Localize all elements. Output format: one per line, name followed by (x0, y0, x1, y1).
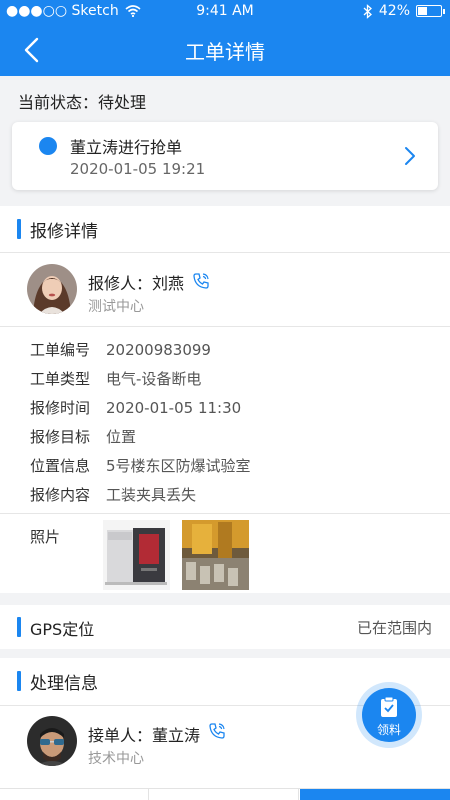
section-title: 处理信息 (30, 674, 98, 694)
section-header: GPS定位 已在范围内 (0, 605, 450, 649)
detail-value: 位置 (106, 428, 137, 446)
reporter-avatar (27, 264, 77, 314)
app-header: ●●●○○ Sketch 9:41 AM 42% 工单详情 (0, 0, 450, 76)
current-status-label: 当前状态： (18, 93, 99, 112)
handler-name: 接单人：董立涛 (88, 722, 200, 746)
handler-name-value: 董立涛 (152, 726, 201, 745)
section-title: 报修详情 (30, 222, 98, 242)
gps-section: GPS定位 已在范围内 (0, 605, 450, 649)
current-status-value: 待处理 (98, 93, 147, 112)
detail-value: 电气-设备断电 (106, 370, 202, 388)
divider (0, 252, 450, 253)
detail-key: 工单编号 (30, 341, 91, 359)
reporter-name: 报修人：刘燕 (88, 270, 184, 294)
phone-icon[interactable] (192, 272, 210, 290)
material-request-button[interactable]: 领料 (356, 682, 422, 748)
phone-icon[interactable] (208, 722, 226, 740)
chevron-right-icon (405, 147, 415, 165)
detail-key: 报修内容 (30, 486, 91, 504)
handler-avatar (27, 716, 77, 766)
status-right: 42% (363, 3, 445, 19)
detail-row: 位置信息 5号楼东区防爆试验室 (30, 455, 251, 476)
reporter-name-value: 刘燕 (152, 274, 185, 293)
bottom-action-2[interactable] (150, 789, 299, 800)
fab-inner: 领料 (362, 688, 416, 742)
bottom-action-1[interactable] (0, 789, 149, 800)
page-title: 工单详情 (185, 40, 265, 64)
detail-row: 报修时间 2020-01-05 11:30 (30, 397, 241, 418)
gps-title: GPS定位 (30, 620, 95, 639)
detail-key: 报修时间 (30, 399, 91, 417)
gps-status: 已在范围内 (356, 619, 432, 637)
section-header: 报修详情 (0, 206, 450, 252)
nav-bar: 工单详情 (0, 24, 450, 76)
photos-label: 照片 (30, 528, 61, 546)
progress-card[interactable]: 董立涛进行抢单 2020-01-05 19:21 (12, 122, 438, 190)
section-accent-bar (17, 617, 21, 637)
detail-value: 2020-01-05 11:30 (106, 399, 242, 417)
battery-level (418, 7, 427, 15)
battery-icon (416, 5, 445, 17)
detail-row: 工单类型 电气-设备断电 (30, 368, 201, 389)
detail-row: 报修目标 位置 (30, 426, 136, 447)
bluetooth-icon (363, 3, 372, 19)
battery-percent: 42% (378, 3, 410, 19)
progress-datetime: 2020-01-05 19:21 (70, 160, 206, 178)
detail-row: 报修内容 工装夹具丢失 (30, 484, 196, 505)
status-dot (39, 137, 57, 155)
divider (0, 513, 450, 514)
detail-value: 工装夹具丢失 (106, 486, 197, 504)
bottom-action-primary[interactable] (300, 789, 450, 800)
detail-key: 位置信息 (30, 457, 91, 475)
current-status: 当前状态：待处理 (18, 89, 146, 113)
bottom-action-bar (0, 788, 450, 800)
reporter-label: 报修人： (88, 274, 153, 293)
handler-dept: 技术中心 (88, 751, 144, 767)
fab-label: 领料 (376, 723, 401, 737)
handler-label: 接单人： (88, 726, 153, 745)
section-accent-bar (17, 219, 21, 239)
repair-details-section: 报修详情 报修人：刘燕 测试中心 工单编号 20200983099 工单类型 电气-设… (0, 206, 450, 593)
reporter-dept: 测试中心 (88, 299, 144, 315)
repair-photo[interactable] (103, 520, 170, 590)
detail-row: 工单编号 20200983099 (30, 339, 211, 360)
detail-value: 20200983099 (106, 341, 211, 359)
detail-value: 5号楼东区防爆试验室 (106, 457, 251, 475)
section-accent-bar (17, 671, 21, 691)
divider (0, 326, 450, 327)
clipboard-icon (381, 696, 397, 717)
detail-key: 报修目标 (30, 428, 91, 446)
repair-photo[interactable] (182, 520, 249, 590)
progress-title: 董立涛进行抢单 (70, 138, 183, 157)
status-bar: ●●●○○ Sketch 9:41 AM 42% (0, 0, 450, 24)
detail-key: 工单类型 (30, 370, 91, 388)
